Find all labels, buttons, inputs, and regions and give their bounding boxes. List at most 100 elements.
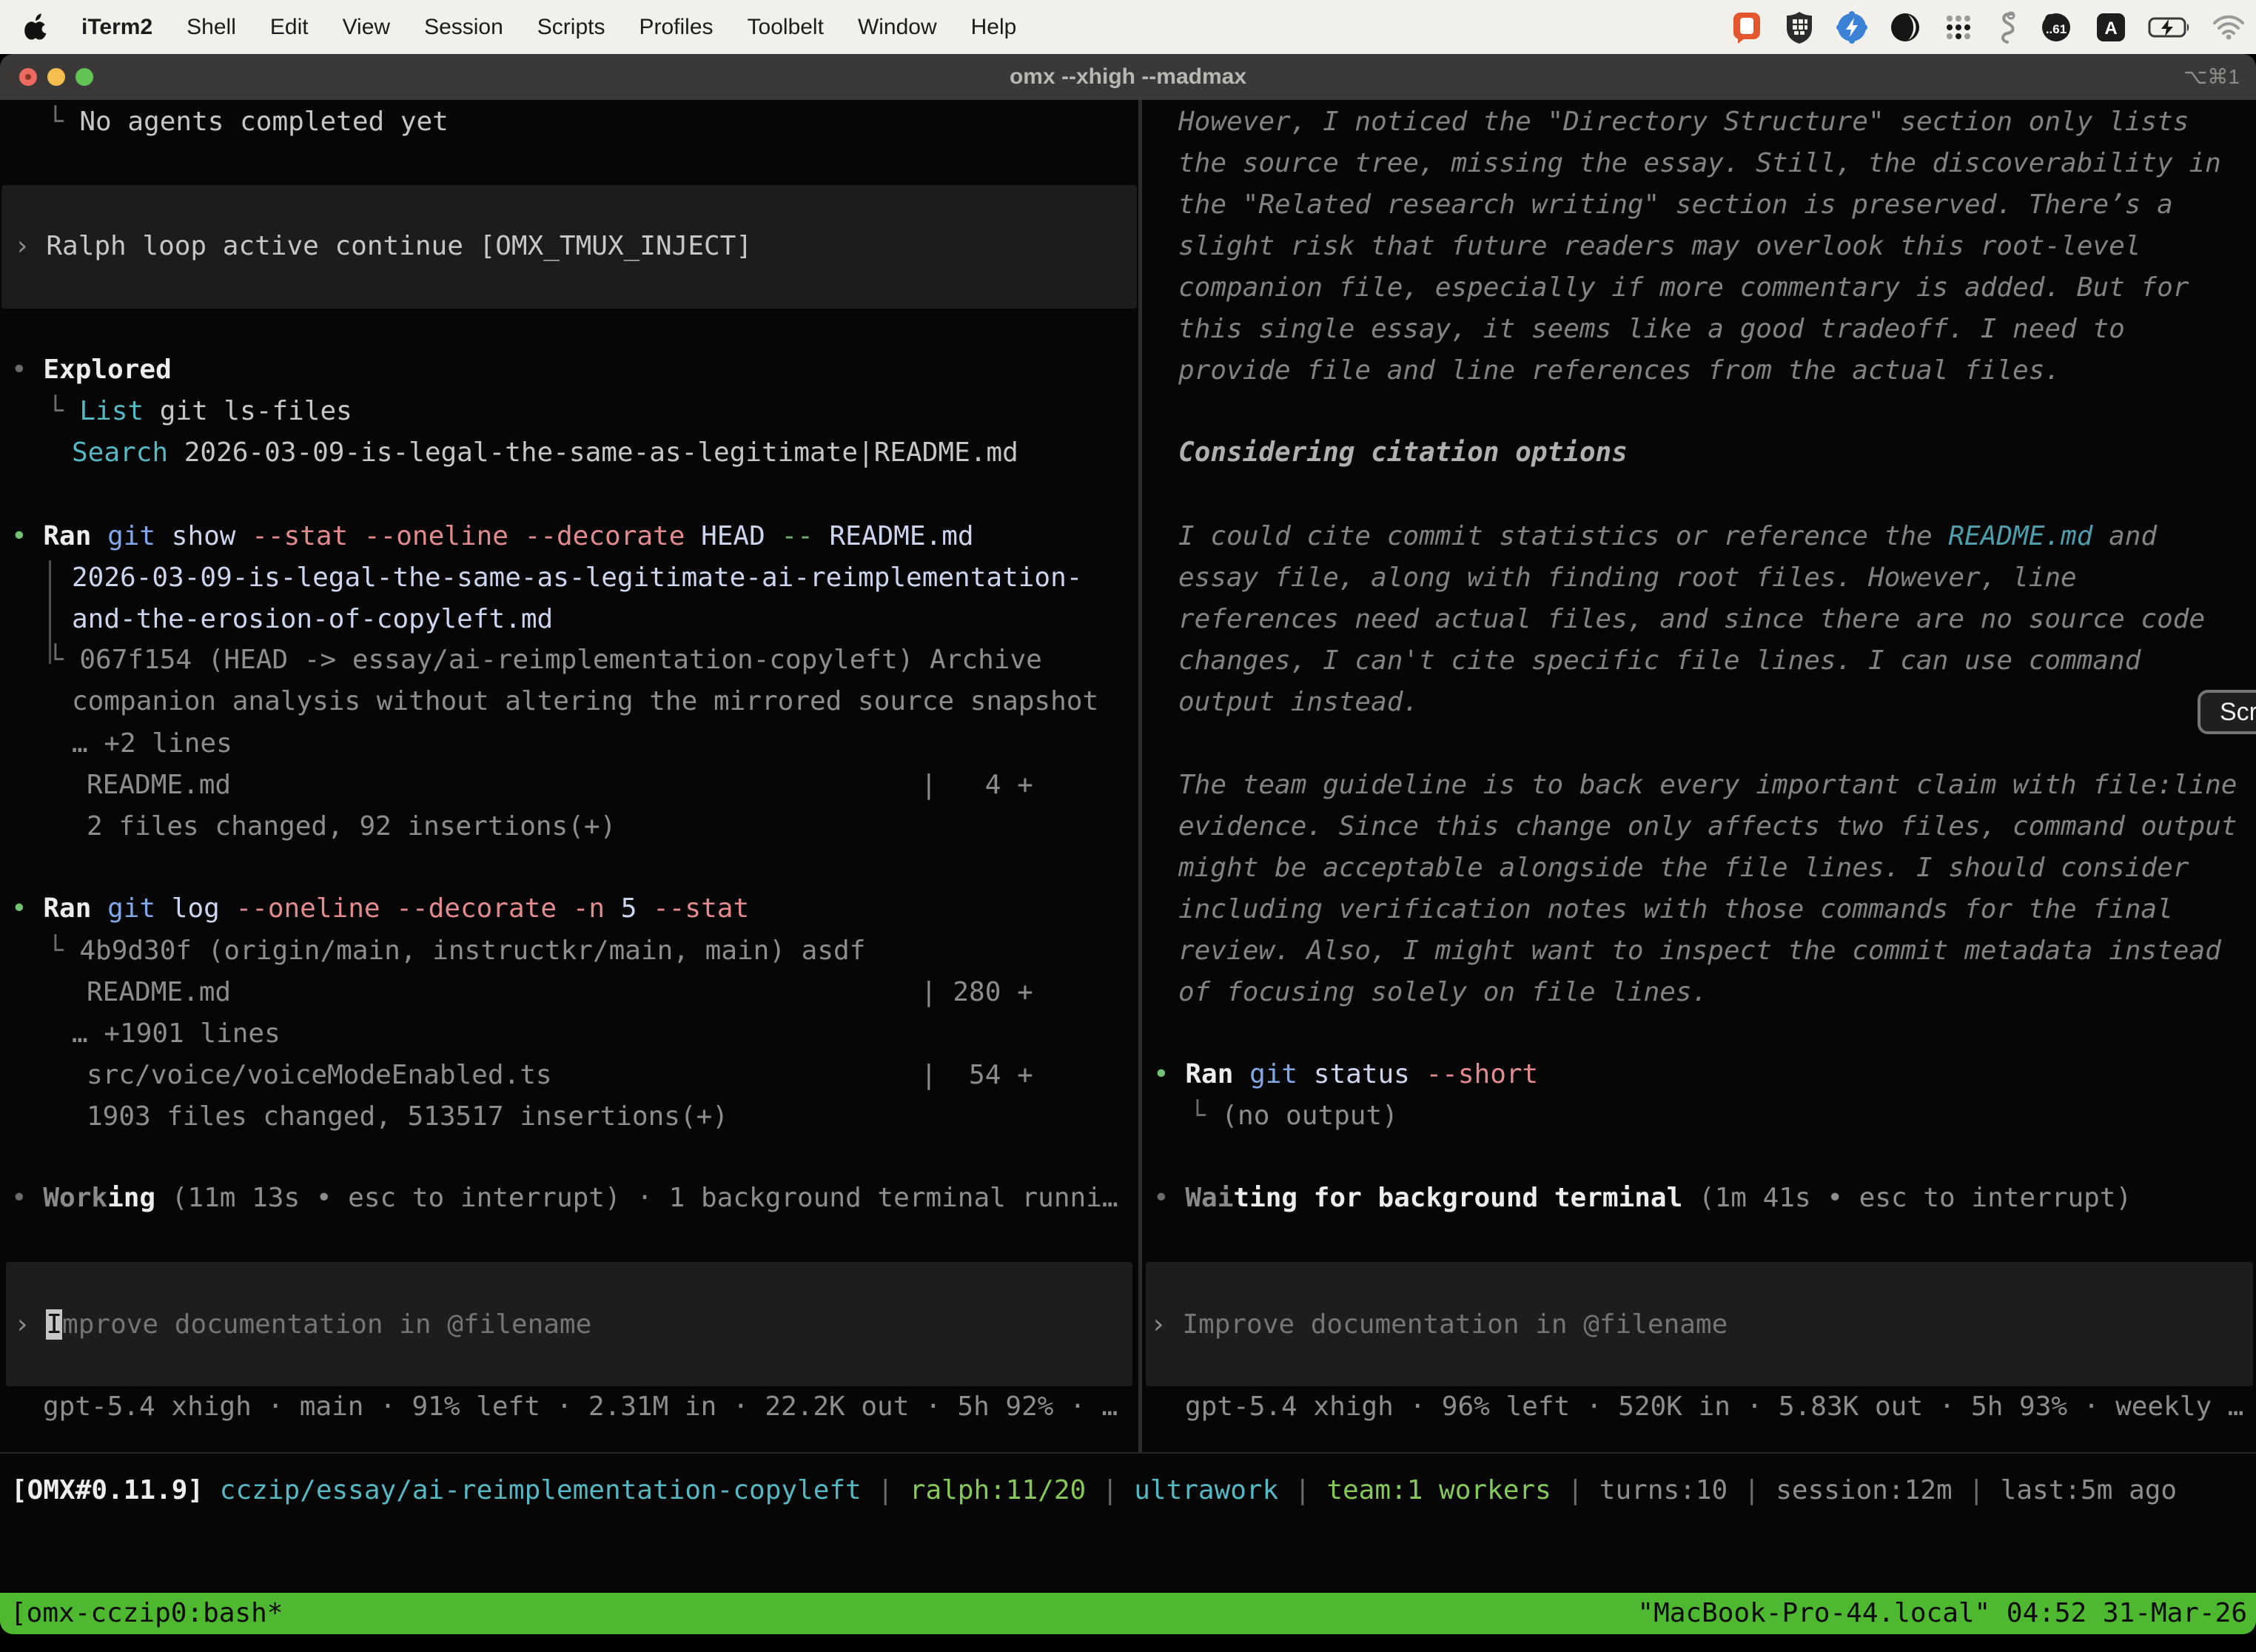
text-segment: review. Also, I might want to inspect th… <box>1178 936 2221 966</box>
window-title-bar: omx --xhigh --madmax ⌥⌘1 <box>0 54 2256 100</box>
text-segment: | <box>1278 1475 1326 1505</box>
dots-grid-icon[interactable] <box>1942 11 1975 44</box>
status-separator <box>0 1452 2256 1454</box>
thinking-paragraph: evidence. Since this change only affects… <box>1178 806 2237 847</box>
right-agent-pane: However, I noticed the "Directory Struct… <box>1143 100 2256 1452</box>
text-segment: › <box>1150 1309 1182 1340</box>
text-segment: 067f154 (HEAD -> essay/ai-reimplementati… <box>79 645 1041 675</box>
window-title: omx --xhigh --madmax <box>0 54 2256 100</box>
show-filename-2: and-the-erosion-of-copyleft.md <box>72 599 553 640</box>
screen-sharing-tooltip[interactable]: Scre <box>2198 690 2256 734</box>
text-segment: src/voice/voiceModeEnabled.ts | 54 + <box>87 1060 1033 1090</box>
squiggle-icon[interactable] <box>1995 10 2018 45</box>
text-segment: • <box>11 521 43 551</box>
wifi-icon[interactable] <box>2212 14 2246 41</box>
text-segment: └ <box>1189 1101 1221 1131</box>
text-segment: • <box>11 893 43 924</box>
menu-item-shell[interactable]: Shell <box>187 15 236 40</box>
text-segment: Ran <box>43 893 91 924</box>
battery-percent-badge-icon[interactable]: ..61 <box>2038 10 2074 44</box>
thinking-paragraph: changes, I can't cite specific file line… <box>1178 640 2141 682</box>
agents-status-line: └ No agents completed yet <box>47 101 449 143</box>
text-segment: • <box>1153 1183 1185 1213</box>
text-segment: List <box>79 396 144 426</box>
thinking-paragraph: might be acceptable alongside the file l… <box>1178 847 2189 889</box>
text-segment: companion analysis without altering the … <box>72 686 1098 716</box>
text-segment: … +2 lines <box>72 728 232 759</box>
text-segment: README.md | 280 + <box>87 977 1033 1007</box>
text-segment: Search <box>72 437 168 468</box>
text-segment: team:1 workers <box>1326 1475 1551 1505</box>
apple-menu-icon[interactable] <box>21 11 50 44</box>
text-segment: 5 <box>605 893 653 924</box>
pane-divider[interactable] <box>1138 100 1142 1452</box>
menu-items: iTerm2 Shell Edit View Session Scripts P… <box>81 15 1016 40</box>
text-segment: README.md | 4 + <box>87 770 1033 800</box>
text-segment: and <box>2092 521 2157 551</box>
text-segment: [OMX#0.11.9] <box>11 1475 204 1505</box>
text-segment <box>380 893 397 924</box>
text-segment: git <box>107 893 155 924</box>
text-segment: └ <box>47 645 79 675</box>
shield-icon[interactable] <box>1784 10 1815 44</box>
explored-list: └ List git ls-files <box>47 391 352 432</box>
text-segment: Considering citation options <box>1178 437 1628 468</box>
text-segment: --decorate <box>525 521 685 551</box>
menu-item-toolbelt[interactable]: Toolbelt <box>748 15 824 40</box>
text-segment: 1903 files changed, 513517 insertions(+) <box>87 1101 728 1132</box>
ran-git-show: • Ran git show --stat --oneline --decora… <box>11 516 974 557</box>
text-segment <box>91 521 107 551</box>
ralph-inject-line: › Ralph loop active continue [OMX_TMUX_I… <box>14 226 752 267</box>
text-segment: status <box>1297 1059 1426 1089</box>
keyboard-layout-icon[interactable]: A <box>2095 11 2127 44</box>
text-segment: this single essay, it seems like a good … <box>1178 314 2125 344</box>
text-segment: last:5m ago <box>2001 1475 2177 1505</box>
text-segment: | <box>1086 1475 1134 1505</box>
text-segment: Work <box>43 1183 107 1213</box>
screen-record-icon[interactable] <box>1730 10 1763 45</box>
text-segment: └ <box>47 936 79 966</box>
text-segment: provide file and line references from th… <box>1178 355 2061 386</box>
text-segment: └ <box>47 107 79 137</box>
text-segment: The team guideline is to back every impo… <box>1178 770 2237 800</box>
menu-item-view[interactable]: View <box>343 15 390 40</box>
text-segment: --stat <box>653 893 749 924</box>
verification-stamp-icon[interactable] <box>1836 10 1868 44</box>
text-segment: output instead. <box>1178 687 1419 717</box>
menu-item-edit[interactable]: Edit <box>270 15 309 40</box>
menu-item-scripts[interactable]: Scripts <box>537 15 605 40</box>
text-segment: 2026-03-09-is-legal-the-same-as-legitima… <box>72 563 1082 593</box>
text-segment: changes, I can't cite specific file line… <box>1178 645 2141 676</box>
menu-bar-status-icons: ..61 A <box>1730 0 2246 54</box>
menu-item-iterm2[interactable]: iTerm2 <box>81 15 152 40</box>
text-segment: --oneline <box>235 893 380 924</box>
text-segment: might be acceptable alongside the file l… <box>1178 853 2189 883</box>
text-segment: However, I noticed the "Directory Struct… <box>1178 107 2189 137</box>
text-segment: HEAD <box>685 521 781 551</box>
menu-item-help[interactable]: Help <box>971 15 1017 40</box>
thinking-paragraph: review. Also, I might want to inspect th… <box>1178 930 2221 972</box>
text-segment: ralph:11/20 <box>910 1475 1086 1505</box>
thinking-paragraph: essay file, along with finding root file… <box>1178 557 2077 599</box>
window-shortcut-badge: ⌥⌘1 <box>2183 54 2240 100</box>
text-segment: of focusing solely on file lines. <box>1178 977 1708 1007</box>
model-status-left: gpt-5.4 xhigh · main · 91% left · 2.31M … <box>43 1386 1118 1428</box>
text-segment: Wai <box>1185 1183 1233 1213</box>
menu-item-session[interactable]: Session <box>424 15 503 40</box>
menu-item-profiles[interactable]: Profiles <box>639 15 713 40</box>
text-segment: ultrawork <box>1134 1475 1278 1505</box>
waiting-status: • Waiting for background terminal (1m 41… <box>1153 1178 2132 1219</box>
model-status-right: gpt-5.4 xhigh · 96% left · 520K in · 5.8… <box>1185 1386 2243 1428</box>
text-segment: Improve documentation in @filename <box>1182 1309 1728 1340</box>
prompt-input-left: › Improve documentation in @filename <box>14 1304 591 1346</box>
text-segment: | <box>1728 1475 1776 1505</box>
text-segment: • <box>11 1183 43 1213</box>
show-stat-summary: 2 files changed, 92 insertions(+) <box>87 806 616 847</box>
menu-item-window[interactable]: Window <box>858 15 937 40</box>
show-more-lines: … +2 lines <box>72 723 232 765</box>
battery-icon[interactable] <box>2148 16 2191 38</box>
terminal-content: └ No agents completed yet › Ralph loop ac… <box>0 100 2256 1593</box>
contrast-circle-icon[interactable] <box>1889 11 1921 44</box>
tmux-session-label[interactable]: [omx-cczip0:bash* <box>10 1593 283 1634</box>
thinking-paragraph: slight risk that future readers may over… <box>1178 226 2141 267</box>
